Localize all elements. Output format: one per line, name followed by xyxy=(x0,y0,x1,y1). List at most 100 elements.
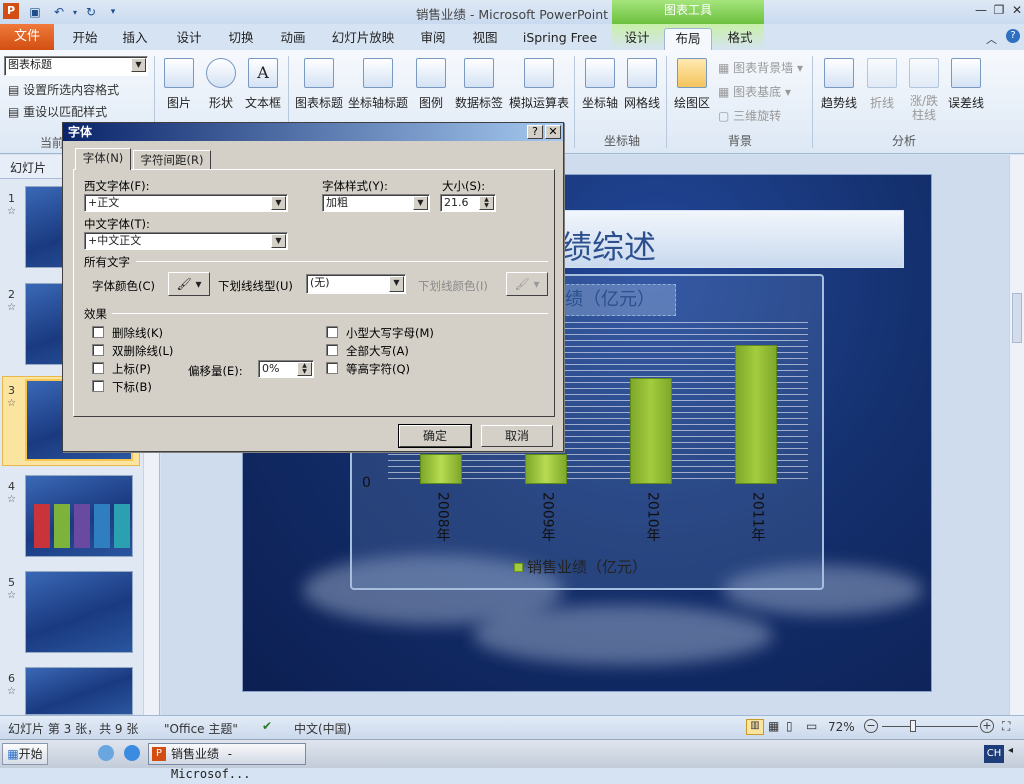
zoom-slider-thumb[interactable] xyxy=(910,720,916,732)
legend-button[interactable]: 图例 xyxy=(414,58,448,111)
all-caps-checkbox[interactable] xyxy=(326,344,338,356)
underline-style-combo[interactable]: (无) ▼ xyxy=(306,274,406,294)
strikethrough-checkbox[interactable] xyxy=(92,326,104,338)
tab-view[interactable]: 视图 xyxy=(462,28,508,50)
chart-wall-button[interactable]: ▦ 图表背景墙 ▾ xyxy=(718,58,803,78)
chevron-down-icon[interactable]: ▼ xyxy=(413,196,428,210)
tab-animations[interactable]: 动画 xyxy=(270,28,316,50)
slideshow-view-icon[interactable]: ▭ xyxy=(806,719,817,733)
normal-view-icon[interactable]: ▥ xyxy=(746,719,764,735)
scroll-thumb[interactable] xyxy=(1012,293,1022,343)
chevron-down-icon[interactable]: ▼ xyxy=(389,276,404,292)
zoom-slider-track[interactable] xyxy=(882,726,978,727)
tab-layout[interactable]: 布局 xyxy=(664,28,712,50)
tab-chart-design[interactable]: 设计 xyxy=(616,28,658,50)
tray-arrow-icon[interactable]: ◂ xyxy=(1008,745,1013,756)
tab-review[interactable]: 审阅 xyxy=(410,28,456,50)
tab-slideshow[interactable]: 幻灯片放映 xyxy=(326,28,400,50)
collapse-ribbon-icon[interactable]: ︿ xyxy=(986,31,997,47)
chart-bar-partial[interactable] xyxy=(419,454,462,484)
font-style-combo[interactable]: 加粗 ▼ xyxy=(322,194,430,212)
fit-to-window-icon[interactable]: ⛶ xyxy=(1002,719,1010,734)
slide-thumbnail-4[interactable] xyxy=(25,475,133,557)
size-spinner[interactable]: 21.6 ▲ ▼ xyxy=(440,194,496,212)
chevron-down-icon[interactable]: ▼ xyxy=(131,58,146,72)
plot-area-button[interactable]: 绘图区 xyxy=(672,58,712,111)
tab-design[interactable]: 设计 xyxy=(166,28,212,50)
3d-rotation-button[interactable]: ▢ 三维旋转 xyxy=(718,106,781,126)
data-labels-button[interactable]: 数据标签 xyxy=(452,58,506,111)
insert-picture-button[interactable]: 图片 xyxy=(160,58,198,111)
restore-icon[interactable]: ❐ xyxy=(990,2,1008,18)
start-button[interactable]: ▦开始 xyxy=(2,743,48,765)
chart-floor-button[interactable]: ▦ 图表基底 ▾ xyxy=(718,82,791,102)
language-indicator[interactable]: 中文(中国) xyxy=(294,720,351,737)
small-caps-checkbox[interactable] xyxy=(326,326,338,338)
format-selection-button[interactable]: ▤ 设置所选内容格式 xyxy=(8,80,119,100)
slide-title[interactable]: 绩综述 xyxy=(560,222,656,268)
subscript-checkbox[interactable] xyxy=(92,380,104,392)
file-tab[interactable]: 文件 xyxy=(0,24,54,50)
lines-button[interactable]: 折线 xyxy=(864,58,900,111)
insert-shape-button[interactable]: 形状 xyxy=(202,58,240,111)
ok-button[interactable]: 确定 xyxy=(398,424,472,448)
tab-insert[interactable]: 插入 xyxy=(112,28,158,50)
reading-view-icon[interactable]: ▯ xyxy=(786,719,793,733)
underline-color-button[interactable]: 🖌 ▾ xyxy=(506,272,548,296)
tab-transitions[interactable]: 切换 xyxy=(218,28,264,50)
chevron-down-icon[interactable]: ▼ xyxy=(271,196,286,210)
zoom-level[interactable]: 72% xyxy=(828,720,855,734)
slide-sorter-icon[interactable]: ▦ xyxy=(768,719,779,733)
data-table-button[interactable]: 模拟运算表 xyxy=(508,58,570,111)
tab-format[interactable]: 格式 xyxy=(718,28,762,50)
double-strikethrough-checkbox[interactable] xyxy=(92,344,104,356)
font-color-button[interactable]: 🖌 ▾ xyxy=(168,272,210,296)
tab-home[interactable]: 开始 xyxy=(62,28,108,50)
error-bars-button[interactable]: 误差线 xyxy=(946,58,986,111)
spinner-arrows-icon[interactable]: ▲ ▼ xyxy=(297,362,312,376)
chart-bar-partial[interactable] xyxy=(524,454,567,484)
slide-thumbnail-5[interactable] xyxy=(25,571,133,653)
axis-titles-button[interactable]: 坐标轴标题 xyxy=(346,58,410,111)
ie-browser-icon[interactable] xyxy=(124,745,140,761)
chart-element-dropdown[interactable]: 图表标题 ▼ xyxy=(4,56,148,76)
spellcheck-icon[interactable]: ✔ xyxy=(262,719,272,733)
cancel-button[interactable]: 取消 xyxy=(481,425,553,447)
slide-thumbnail-6[interactable] xyxy=(25,667,133,715)
gridlines-button[interactable]: 网格线 xyxy=(622,58,662,111)
axes-button[interactable]: 坐标轴 xyxy=(580,58,620,111)
equalize-height-checkbox[interactable] xyxy=(326,362,338,374)
theme-name[interactable]: "Office 主题" xyxy=(164,720,238,737)
tab-font[interactable]: 字体(N) xyxy=(75,148,131,170)
dialog-help-button[interactable]: ? xyxy=(527,125,543,139)
dialog-close-button[interactable]: ✕ xyxy=(545,125,561,139)
close-icon[interactable]: ✕ xyxy=(1008,2,1024,18)
tab-character-spacing[interactable]: 字符间距(R) xyxy=(133,150,211,170)
chart-title[interactable]: 绩（亿元） xyxy=(556,284,676,316)
western-font-combo[interactable]: +正文 ▼ xyxy=(84,194,288,212)
zoom-in-icon[interactable]: + xyxy=(980,719,994,733)
updown-bars-button[interactable]: 涨/跌 柱线 xyxy=(904,58,944,122)
offset-spinner[interactable]: 0% ▲ ▼ xyxy=(258,360,314,378)
reset-style-button[interactable]: ▤ 重设以匹配样式 xyxy=(8,102,107,122)
quicklaunch-icon[interactable] xyxy=(98,745,114,761)
all-text-label: 所有文字 xyxy=(84,255,130,269)
chart-bar[interactable] xyxy=(734,344,777,484)
chart-title-button[interactable]: 图表标题 xyxy=(294,58,344,111)
minimize-icon[interactable]: — xyxy=(972,2,990,18)
main-scrollbar[interactable] xyxy=(1009,155,1024,715)
zoom-out-icon[interactable]: − xyxy=(864,719,878,733)
help-icon[interactable]: ? xyxy=(1006,29,1020,43)
chevron-down-icon[interactable]: ▼ xyxy=(271,234,286,248)
superscript-checkbox[interactable] xyxy=(92,362,104,374)
taskbar-powerpoint-button[interactable]: P 销售业绩 - Microsof... xyxy=(148,743,306,781)
trendline-button[interactable]: 趋势线 xyxy=(818,58,860,111)
chart-bar[interactable] xyxy=(629,377,672,484)
tab-ispring[interactable]: iSpring Free xyxy=(518,28,602,50)
ime-indicator[interactable]: CH xyxy=(984,745,1004,763)
slides-tab[interactable]: 幻灯片 xyxy=(10,159,46,176)
asian-font-combo[interactable]: +中文正文 ▼ xyxy=(84,232,288,250)
insert-textbox-button[interactable]: A 文本框 xyxy=(242,58,284,111)
spinner-arrows-icon[interactable]: ▲ ▼ xyxy=(479,196,494,210)
chart-legend[interactable]: 销售业绩（亿元） xyxy=(514,556,647,577)
